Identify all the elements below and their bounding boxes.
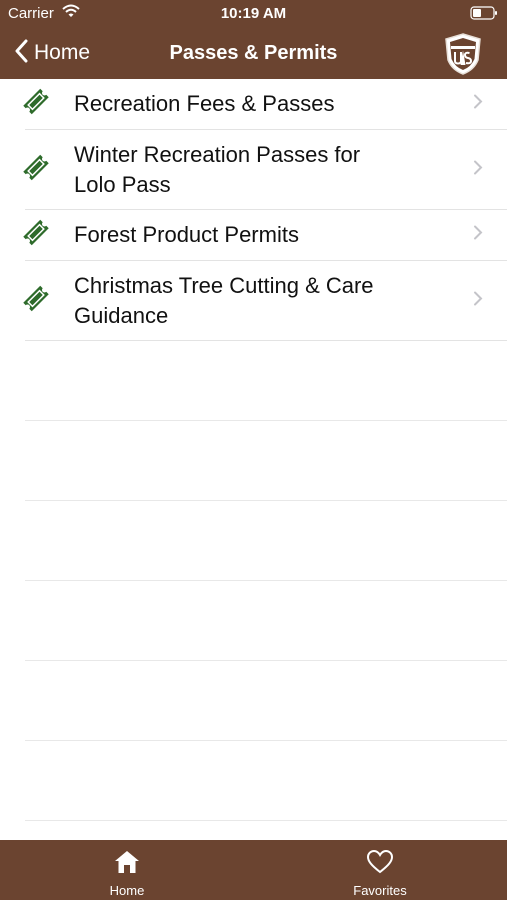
tab-favorites-label: Favorites xyxy=(353,883,407,898)
tab-bar: Home Favorites xyxy=(0,840,507,900)
empty-row-separator xyxy=(25,341,507,421)
passes-permits-list: Recreation Fees & Passes Winter Recreati… xyxy=(0,79,507,821)
empty-row-separator xyxy=(25,741,507,821)
list-item-forest-product-permits[interactable]: Forest Product Permits xyxy=(23,210,507,261)
list-item-label: Forest Product Permits xyxy=(74,222,299,247)
empty-row-separator xyxy=(25,421,507,501)
chevron-right-icon xyxy=(473,94,483,115)
heart-icon xyxy=(325,849,435,880)
empty-row-separator xyxy=(25,501,507,581)
home-icon xyxy=(72,849,182,880)
chevron-right-icon xyxy=(473,225,483,246)
list-item-label: Christmas Tree Cutting & Care Guidance xyxy=(74,272,374,328)
chevron-right-icon xyxy=(473,159,483,180)
status-bar: Carrier 10:19 AM xyxy=(0,0,507,28)
list-item-label: Recreation Fees & Passes xyxy=(74,91,335,116)
chevron-right-icon xyxy=(473,290,483,311)
tab-home[interactable]: Home xyxy=(72,840,182,900)
status-time: 10:19 AM xyxy=(220,5,287,22)
list-item-christmas-tree-cutting[interactable]: Christmas Tree Cutting & Care Guidance xyxy=(23,261,507,341)
ticket-icon xyxy=(20,217,52,254)
battery-icon xyxy=(470,6,498,24)
list-item-recreation-fees-passes[interactable]: Recreation Fees & Passes xyxy=(23,79,507,130)
list-item-winter-recreation-passes[interactable]: Winter Recreation Passes for Lolo Pass xyxy=(23,130,507,210)
empty-row-separator xyxy=(25,581,507,661)
navigation-bar: Home Passes & Permits xyxy=(0,28,507,79)
forest-service-shield-icon xyxy=(442,32,484,81)
empty-row-separator xyxy=(25,661,507,741)
top-bar: Carrier 10:19 AM Home Passes & Permits xyxy=(0,0,507,79)
list-item-label: Winter Recreation Passes for Lolo Pass xyxy=(74,141,361,197)
tab-favorites[interactable]: Favorites xyxy=(325,840,435,900)
page-title: Passes & Permits xyxy=(169,42,338,64)
ticket-icon xyxy=(20,86,52,123)
ticket-icon xyxy=(20,151,52,188)
tab-home-label: Home xyxy=(109,883,145,898)
ticket-icon xyxy=(20,282,52,319)
